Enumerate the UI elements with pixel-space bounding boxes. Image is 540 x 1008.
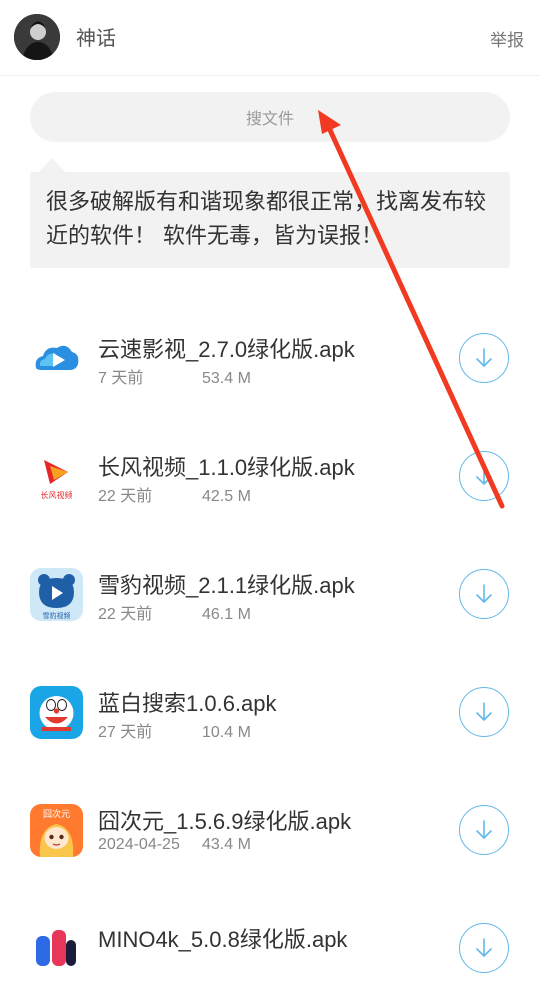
download-button[interactable] (459, 451, 509, 501)
download-arrow-icon (476, 820, 492, 839)
file-date: 7 天前 (98, 370, 144, 387)
file-meta: 22 天前 42.5 M (98, 482, 251, 506)
file-row[interactable]: 长风视频 长风视频_1.1.0绿化版.apk 22 天前 42.5 M (0, 418, 540, 536)
file-date: 27 天前 (98, 724, 153, 741)
doraemon-icon (30, 686, 83, 739)
file-meta: 7 天前 53.4 M (98, 364, 251, 388)
xuebao-video-icon: 雪豹视频 (30, 568, 83, 621)
file-name: 云速影视_2.7.0绿化版.apk (98, 337, 355, 362)
file-name: 蓝白搜索1.0.6.apk (98, 691, 277, 716)
download-button[interactable] (459, 687, 509, 737)
file-date: 2024-04-25 (98, 836, 180, 853)
icon-label: 囧次元 (43, 808, 70, 820)
username[interactable]: 神话 (76, 22, 116, 51)
mino4k-icon (30, 922, 83, 975)
file-date: 22 天前 (98, 488, 153, 505)
changfeng-video-icon: 长风视频 (30, 450, 83, 503)
file-list: 云速影视_2.7.0绿化版.apk 7 天前 53.4 M 长风视频 长风视频_1… (0, 300, 540, 1008)
file-meta (98, 954, 202, 972)
download-arrow-icon (476, 702, 492, 721)
download-arrow-icon (476, 584, 492, 603)
file-size: 42.5 M (202, 488, 251, 505)
download-arrow-icon (476, 938, 492, 957)
search-input[interactable]: 搜文件 (30, 92, 510, 142)
file-date: 22 天前 (98, 606, 153, 623)
file-name: 囧次元_1.5.6.9绿化版.apk (98, 809, 352, 834)
icon-label: 长风视频 (41, 490, 73, 500)
file-name: 长风视频_1.1.0绿化版.apk (98, 455, 355, 480)
file-meta: 27 天前 10.4 M (98, 718, 251, 742)
report-button[interactable]: 举报 (490, 26, 524, 51)
avatar[interactable] (14, 14, 60, 60)
file-row[interactable]: 囧次元 囧次元_1.5.6.9绿化版.apk 2024-04-25 43.4 M (0, 772, 540, 890)
download-button[interactable] (459, 805, 509, 855)
download-button[interactable] (459, 923, 509, 973)
file-meta: 22 天前 46.1 M (98, 600, 251, 624)
download-arrow-icon (476, 348, 492, 367)
file-meta: 2024-04-25 43.4 M (98, 836, 251, 854)
file-size: 46.1 M (202, 606, 251, 623)
download-button[interactable] (459, 569, 509, 619)
icon-label: 雪豹视频 (43, 611, 71, 620)
jiongciyuan-icon: 囧次元 (30, 804, 83, 857)
download-arrow-icon (476, 466, 492, 485)
download-button[interactable] (459, 333, 509, 383)
file-name: MINO4k_5.0.8绿化版.apk (98, 927, 348, 952)
file-row[interactable]: 蓝白搜索1.0.6.apk 27 天前 10.4 M (0, 654, 540, 772)
file-size: 43.4 M (202, 836, 251, 853)
cloud-play-icon (30, 332, 83, 385)
header-bar: 神话 举报 (0, 0, 540, 76)
file-size: 10.4 M (202, 724, 251, 741)
file-name: 雪豹视频_2.1.1绿化版.apk (98, 573, 355, 598)
file-row[interactable]: 雪豹视频 雪豹视频_2.1.1绿化版.apk 22 天前 46.1 M (0, 536, 540, 654)
notice-text: 很多破解版有和谐现象都很正常，找离发布较近的软件！ 软件无毒，皆为误报！ (30, 172, 510, 268)
file-row[interactable]: 云速影视_2.7.0绿化版.apk 7 天前 53.4 M (0, 300, 540, 418)
notice-tail (38, 158, 66, 173)
file-row[interactable]: MINO4k_5.0.8绿化版.apk (0, 890, 540, 1008)
file-size: 53.4 M (202, 370, 251, 387)
